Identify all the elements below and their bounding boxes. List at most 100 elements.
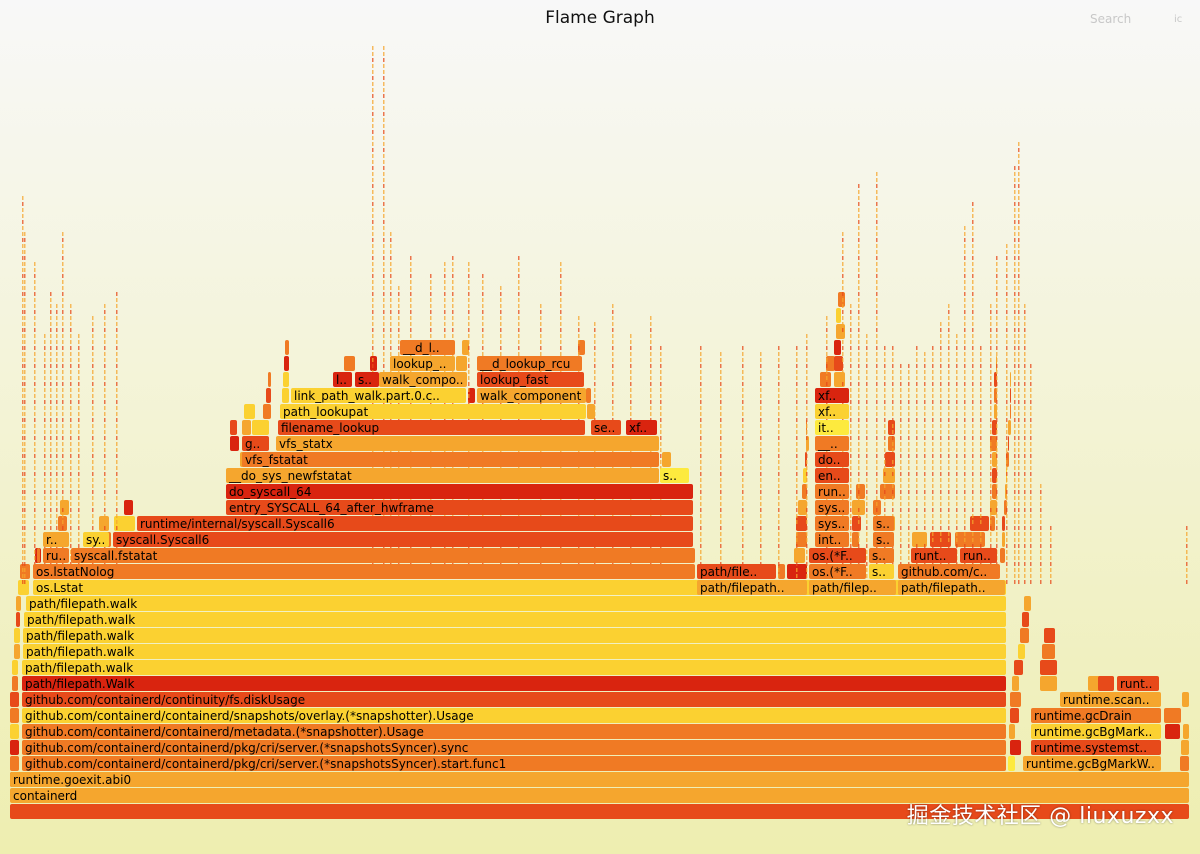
flame-frame-sliver[interactable] [1000,548,1005,563]
flame-frame-sliver[interactable] [842,340,844,344]
flame-frame-sliver[interactable] [1018,274,1020,278]
flame-frame-sliver[interactable] [62,472,64,476]
flame-frame-sliver[interactable] [1014,472,1016,476]
flame-frame-sliver[interactable] [972,358,974,362]
flame-frame-sliver[interactable] [908,448,910,452]
flame-frame-sliver[interactable] [56,508,58,512]
flame-frame-sliver[interactable] [924,382,926,386]
flame-frame-sliver[interactable] [560,346,562,350]
flame-frame-sliver[interactable] [1186,580,1188,584]
flame-frame-sliver[interactable] [858,502,860,506]
flame-frame-sliver[interactable] [990,406,992,410]
flame-frame-sliver[interactable] [660,418,662,422]
flame-frame-sliver[interactable] [892,412,894,416]
flame-frame-sliver[interactable] [1006,250,1008,254]
flame-frame-sliver[interactable] [876,262,878,266]
flame-frame-sliver[interactable] [1024,526,1026,530]
flame-frame-sliver[interactable] [742,484,744,488]
flame-frame[interactable]: g.. [242,436,269,451]
flame-frame-sliver[interactable] [806,370,808,374]
flame-frame-sliver[interactable] [44,490,46,494]
flame-frame-sliver[interactable] [78,358,80,362]
flame-frame-sliver[interactable] [70,526,72,530]
flame-frame-sliver[interactable] [56,334,58,338]
flame-frame-sliver[interactable] [700,502,702,506]
flame-frame-sliver[interactable] [482,328,484,332]
flame-frame-sliver[interactable] [22,484,24,488]
flame-frame-sliver[interactable] [884,370,886,374]
flame-frame-sliver[interactable] [390,262,392,266]
flame-frame-sliver[interactable] [1014,358,1016,362]
flame-frame-sliver[interactable] [650,400,652,404]
flame-frame-sliver[interactable] [1018,436,1020,440]
flame-frame-sliver[interactable] [34,466,36,470]
flame-frame-sliver[interactable] [104,352,106,356]
flame-frame-sliver[interactable] [742,460,744,464]
flame-frame-sliver[interactable] [660,430,662,434]
flame-frame-sliver[interactable] [858,304,860,308]
flame-frame-sliver[interactable] [383,112,385,116]
flame-frame-sliver[interactable] [1014,298,1016,302]
flame-frame-sliver[interactable] [50,484,52,488]
flame-frame-sliver[interactable] [1014,304,1016,308]
flame-frame-sliver[interactable] [263,404,271,419]
flame-frame-sliver[interactable] [1006,364,1008,368]
flame-frame-sliver[interactable] [383,334,385,338]
flame-frame-sliver[interactable] [44,412,46,416]
flame-frame-sliver[interactable] [972,460,974,464]
flame-frame-sliver[interactable] [742,376,744,380]
flame-frame-sliver[interactable] [806,346,808,350]
flame-frame-sliver[interactable] [940,478,942,482]
flame-frame-sliver[interactable] [104,520,106,524]
flame-frame-sliver[interactable] [390,340,392,344]
flame-frame-sliver[interactable] [24,544,26,548]
flame-frame-sliver[interactable] [964,244,966,248]
flame-frame-sliver[interactable] [972,382,974,386]
flame-frame-sliver[interactable] [56,358,58,362]
flame-frame-sliver[interactable] [876,388,878,392]
flame-frame-sliver[interactable] [850,304,852,308]
flame-frame-sliver[interactable] [1024,514,1026,518]
flame-frame-sliver[interactable] [742,514,744,518]
flame-frame-sliver[interactable] [630,334,632,338]
flame-frame-sliver[interactable] [742,370,744,374]
flame-frame-sliver[interactable] [972,532,974,536]
flame-frame-sliver[interactable] [796,412,798,416]
flame-frame-sliver[interactable] [916,370,918,374]
flame-frame-sliver[interactable] [940,334,942,338]
flame-frame-sliver[interactable] [892,442,894,446]
flame-frame-sliver[interactable] [62,292,64,296]
flame-frame-sliver[interactable] [842,256,844,260]
flame-frame-sliver[interactable] [948,484,950,488]
flame-frame-sliver[interactable] [948,364,950,368]
flame-frame-sliver[interactable] [990,466,992,470]
flame-frame-sliver[interactable] [760,496,762,500]
flame-frame-sliver[interactable] [116,514,118,518]
flame-frame-sliver[interactable] [806,520,808,524]
flame-frame-sliver[interactable] [518,304,520,308]
flame-frame-sliver[interactable] [62,232,64,236]
flame-frame-sliver[interactable] [858,514,860,518]
flame-frame-sliver[interactable] [410,328,412,332]
flame-frame-sliver[interactable] [372,358,374,362]
flame-frame-sliver[interactable] [1030,412,1032,416]
flame-frame-sliver[interactable] [972,226,974,230]
flame-frame-sliver[interactable] [796,418,798,422]
flame-frame-sliver[interactable] [866,568,868,572]
flame-frame-sliver[interactable] [876,322,878,326]
flame-frame-sliver[interactable] [430,328,432,332]
flame-frame-sliver[interactable] [956,508,958,512]
flame-frame-sliver[interactable] [892,424,894,428]
flame-frame-sliver[interactable] [700,370,702,374]
flame-frame-sliver[interactable] [760,418,762,422]
flame-frame-sliver[interactable] [884,430,886,434]
flame-frame-sliver[interactable] [948,304,950,308]
flame-frame-sliver[interactable] [50,328,52,332]
flame-frame-sliver[interactable] [1050,562,1052,566]
flame-frame-sliver[interactable] [34,400,36,404]
flame-frame-sliver[interactable] [372,226,374,230]
flame-frame-sliver[interactable] [1024,352,1026,356]
flame-frame-sliver[interactable] [444,262,446,266]
flame-frame-sliver[interactable] [826,328,828,332]
flame-frame-sliver[interactable] [940,424,942,428]
